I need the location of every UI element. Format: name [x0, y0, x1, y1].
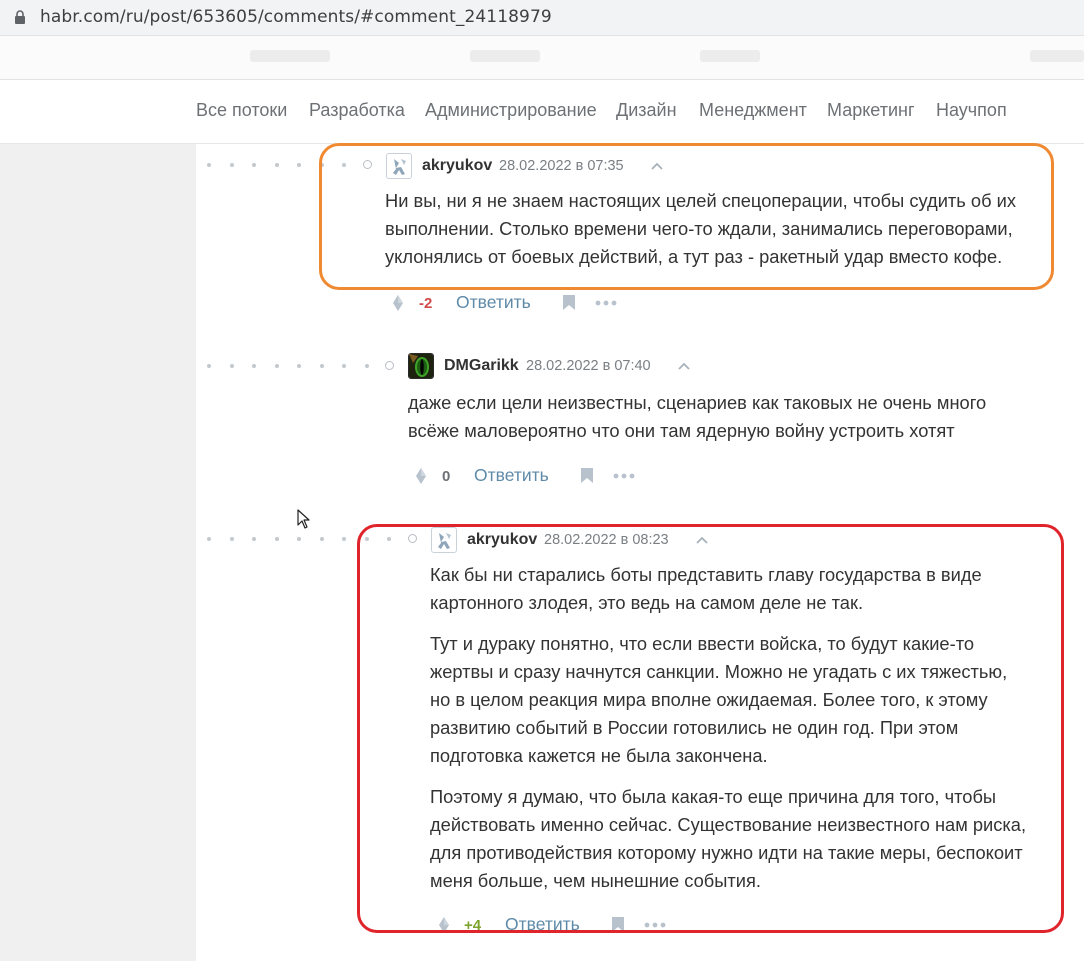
nav-item-all-flows[interactable]: Все потоки [196, 100, 287, 121]
hubs-navigation: Все потоки Разработка Администрирование … [0, 80, 1084, 144]
dragon-eye-avatar-icon [409, 354, 433, 378]
text-line: всёже маловероятно что они там ядерную в… [408, 420, 955, 441]
avatar[interactable] [408, 353, 434, 379]
more-icon[interactable] [613, 473, 635, 479]
highlight-frame-orange [319, 143, 1054, 290]
comment-author[interactable]: DMGarikk [444, 357, 519, 375]
comment-score: -2 [419, 295, 433, 312]
thread-dot [207, 364, 211, 368]
thread-dot [207, 163, 211, 167]
comment-score: 0 [442, 468, 451, 485]
thread-dot [297, 163, 301, 167]
vote-icon[interactable] [392, 294, 404, 312]
bookmark-icon[interactable] [562, 294, 576, 311]
vote-icon[interactable] [415, 467, 427, 485]
comment-paragraph: даже если цели неизвестны, сценариев как… [408, 389, 986, 445]
thread-dot [364, 364, 369, 368]
site-top-strip [0, 36, 1084, 80]
thread-dot [252, 163, 256, 167]
browser-address-bar[interactable]: habr.com/ru/post/653605/comments/#commen… [0, 0, 1084, 36]
thread-node [385, 361, 394, 370]
comment-date[interactable]: 28.02.2022 в 07:40 [526, 358, 651, 374]
chevron-up-icon[interactable] [677, 361, 691, 371]
thread-dot [274, 537, 279, 541]
faded-menu-item [700, 50, 760, 62]
url-text[interactable]: habr.com/ru/post/653605/comments/#commen… [40, 7, 552, 27]
text-line: даже если цели неизвестны, сценариев как… [408, 392, 987, 413]
thread-dot [274, 163, 279, 167]
nav-item-design[interactable]: Дизайн [616, 100, 677, 121]
reply-button[interactable]: Ответить [474, 465, 549, 486]
nav-item-marketing[interactable]: Маркетинг [827, 100, 915, 121]
comment-body: даже если цели неизвестны, сценариев как… [408, 389, 986, 458]
faded-menu-item [470, 50, 540, 62]
thread-dot [342, 537, 346, 541]
thread-dot [252, 364, 256, 368]
nav-item-development[interactable]: Разработка [309, 100, 405, 121]
more-icon[interactable] [595, 300, 617, 306]
thread-dot [252, 537, 256, 541]
thread-dot [229, 537, 234, 541]
thread-dot [229, 163, 234, 167]
faded-menu-item [250, 50, 330, 62]
faded-menu-item [1030, 50, 1084, 62]
thread-dot [229, 364, 234, 368]
highlight-frame-red [357, 524, 1064, 933]
nav-item-popsci[interactable]: Научпоп [936, 100, 1007, 121]
nav-item-administration[interactable]: Администрирование [425, 100, 597, 121]
thread-dot [319, 537, 324, 541]
thread-dot [207, 537, 211, 541]
nav-item-management[interactable]: Менеджмент [699, 100, 807, 121]
mouse-cursor-icon [297, 509, 310, 529]
lock-icon [15, 10, 25, 24]
thread-dot [319, 364, 324, 368]
thread-dot [297, 364, 301, 368]
reply-button[interactable]: Ответить [456, 292, 531, 313]
thread-dot [342, 364, 346, 368]
thread-dot [274, 364, 279, 368]
thread-dot [297, 537, 301, 541]
bookmark-icon[interactable] [580, 467, 594, 484]
